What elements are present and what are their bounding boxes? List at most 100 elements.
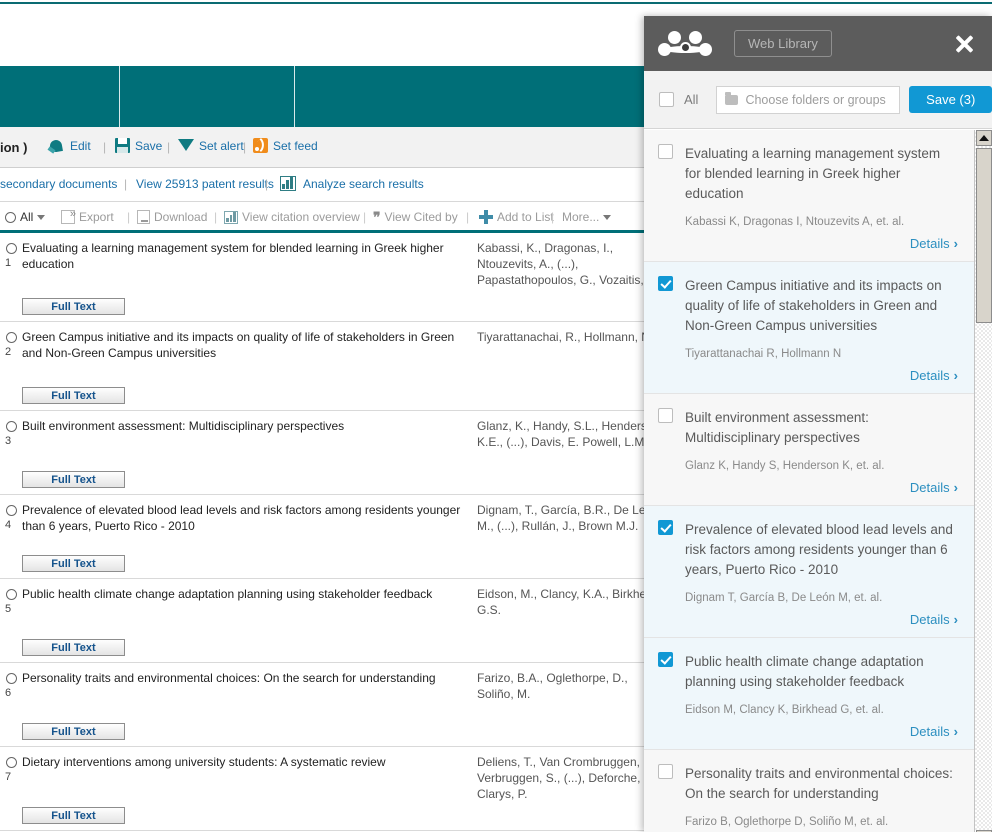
row-number: 5 <box>5 603 12 615</box>
export-icon <box>61 208 76 224</box>
save-query-button[interactable]: Save <box>115 138 162 153</box>
details-link[interactable]: Details › <box>685 368 958 383</box>
full-text-button[interactable]: Full Text <box>22 639 125 656</box>
row-title[interactable]: Public health climate change adaptation … <box>22 586 472 602</box>
item-title: Personality traits and environmental cho… <box>685 766 953 801</box>
set-alert-label: Set alert <box>199 138 244 153</box>
item-authors: Eidson M, Clancy K, Birkhead G, et. al. <box>685 704 884 716</box>
add-to-list-button[interactable]: Add to List <box>479 210 554 224</box>
quote-icon: ❞ <box>373 209 381 225</box>
view-cited-by-button[interactable]: ❞ View Cited by <box>373 210 458 224</box>
full-text-button[interactable]: Full Text <box>22 807 125 824</box>
row-checkbox[interactable] <box>6 332 17 343</box>
importer-document-list: Evaluating a learning management system … <box>644 130 974 832</box>
row-checkbox[interactable] <box>6 421 17 432</box>
row-title[interactable]: Evaluating a learning management system … <box>22 240 472 272</box>
patent-results-link[interactable]: View 25913 patent results <box>136 177 274 191</box>
row-number: 4 <box>5 519 12 531</box>
select-all-checkbox-icon[interactable] <box>5 211 16 223</box>
row-title[interactable]: Prevalence of elevated blood lead levels… <box>22 502 472 534</box>
list-item[interactable]: Evaluating a learning management system … <box>644 130 974 262</box>
citation-overview-label: View citation overview <box>242 210 360 224</box>
triangle-up-icon <box>979 135 989 141</box>
citation-chart-icon <box>224 210 238 224</box>
full-text-button[interactable]: Full Text <box>22 298 125 315</box>
row-checkbox[interactable] <box>6 589 17 600</box>
separator: | <box>214 210 218 224</box>
more-options-button[interactable]: More... <box>562 210 612 224</box>
item-title: Public health climate change adaptation … <box>685 654 924 689</box>
full-text-button[interactable]: Full Text <box>22 471 125 488</box>
row-number: 7 <box>5 771 12 783</box>
chevron-right-icon: › <box>953 612 958 627</box>
item-checkbox[interactable] <box>658 652 673 667</box>
row-title[interactable]: Personality traits and environmental cho… <box>22 670 472 686</box>
row-title[interactable]: Green Campus initiative and its impacts … <box>22 329 472 361</box>
details-link[interactable]: Details › <box>685 480 958 495</box>
separator: | <box>265 177 269 191</box>
select-all-label: All <box>684 92 699 107</box>
row-checkbox[interactable] <box>6 757 17 768</box>
list-item[interactable]: Built environment assessment: Multidisci… <box>644 394 974 506</box>
row-authors: Kabassi, K., Dragonas, I., Ntouzevits, A… <box>477 241 644 287</box>
folder-placeholder: Choose folders or groups <box>745 92 886 107</box>
item-checkbox[interactable] <box>658 764 673 779</box>
cited-by-label: View Cited by <box>384 210 458 224</box>
edit-query-button[interactable]: Edit <box>48 138 91 154</box>
list-item[interactable]: Public health climate change adaptation … <box>644 638 974 750</box>
scrollbar-thumb[interactable] <box>976 148 992 323</box>
save-button[interactable]: Save (3) <box>909 86 992 113</box>
separator: | <box>103 140 107 154</box>
item-authors: Dignam T, García B, De León M, et. al. <box>685 592 883 604</box>
item-checkbox[interactable] <box>658 144 673 159</box>
download-button[interactable]: Download <box>137 210 207 224</box>
item-title: Built environment assessment: Multidisci… <box>685 410 869 445</box>
chevron-right-icon: › <box>953 368 958 383</box>
chevron-down-icon <box>603 214 612 220</box>
details-label: Details <box>909 368 950 383</box>
row-checkbox[interactable] <box>6 505 17 516</box>
details-link[interactable]: Details › <box>685 724 958 739</box>
folder-select-input[interactable]: Choose folders or groups <box>716 85 901 114</box>
full-text-button[interactable]: Full Text <box>22 555 125 572</box>
row-title[interactable]: Dietary interventions among university s… <box>22 754 472 770</box>
set-feed-label: Set feed <box>273 138 318 153</box>
row-title[interactable]: Built environment assessment: Multidisci… <box>22 418 472 434</box>
full-text-button[interactable]: Full Text <box>22 723 125 740</box>
details-link[interactable]: Details › <box>685 612 958 627</box>
popup-scrollbar[interactable] <box>974 130 992 832</box>
row-checkbox[interactable] <box>6 243 17 254</box>
row-authors: Glanz, K., Handy, S.L., Henderson, K.E.,… <box>477 419 664 449</box>
more-label: More... <box>562 210 600 224</box>
separator: | <box>243 140 247 154</box>
analyze-results-link[interactable]: Analyze search results <box>303 177 424 191</box>
list-item[interactable]: Personality traits and environmental cho… <box>644 750 974 832</box>
item-authors: Glanz K, Handy S, Henderson K, et. al. <box>685 460 885 472</box>
scroll-up-button[interactable] <box>976 130 992 146</box>
list-item[interactable]: Prevalence of elevated blood lead levels… <box>644 506 974 638</box>
details-link[interactable]: Details › <box>685 236 958 251</box>
bar-chart-icon <box>280 176 296 191</box>
full-text-button[interactable]: Full Text <box>22 387 125 404</box>
select-all-dropdown[interactable]: All <box>5 210 46 224</box>
row-authors: Farizo, B.A., Oglethorpe, D., Soliño, M. <box>477 671 628 701</box>
item-checkbox[interactable] <box>658 276 673 291</box>
row-checkbox[interactable] <box>6 673 17 684</box>
chevron-right-icon: › <box>953 480 958 495</box>
list-item[interactable]: Green Campus initiative and its impacts … <box>644 262 974 394</box>
item-title: Prevalence of elevated blood lead levels… <box>685 522 953 577</box>
view-citation-overview-button[interactable]: View citation overview <box>224 210 360 224</box>
set-alert-button[interactable]: Set alert <box>178 138 244 153</box>
select-all-checkbox[interactable] <box>659 92 674 107</box>
secondary-documents-link[interactable]: secondary documents <box>0 177 117 191</box>
row-number: 2 <box>5 346 12 358</box>
web-library-button[interactable]: Web Library <box>734 30 832 57</box>
details-label: Details <box>909 724 950 739</box>
item-checkbox[interactable] <box>658 520 673 535</box>
export-button[interactable]: Export <box>61 208 114 224</box>
row-number: 3 <box>5 435 12 447</box>
row-authors: Deliens, T., Van Crombruggen, Verbruggen… <box>477 755 641 801</box>
close-icon[interactable] <box>952 32 976 56</box>
item-checkbox[interactable] <box>658 408 673 423</box>
set-feed-button[interactable]: Set feed <box>253 138 318 153</box>
